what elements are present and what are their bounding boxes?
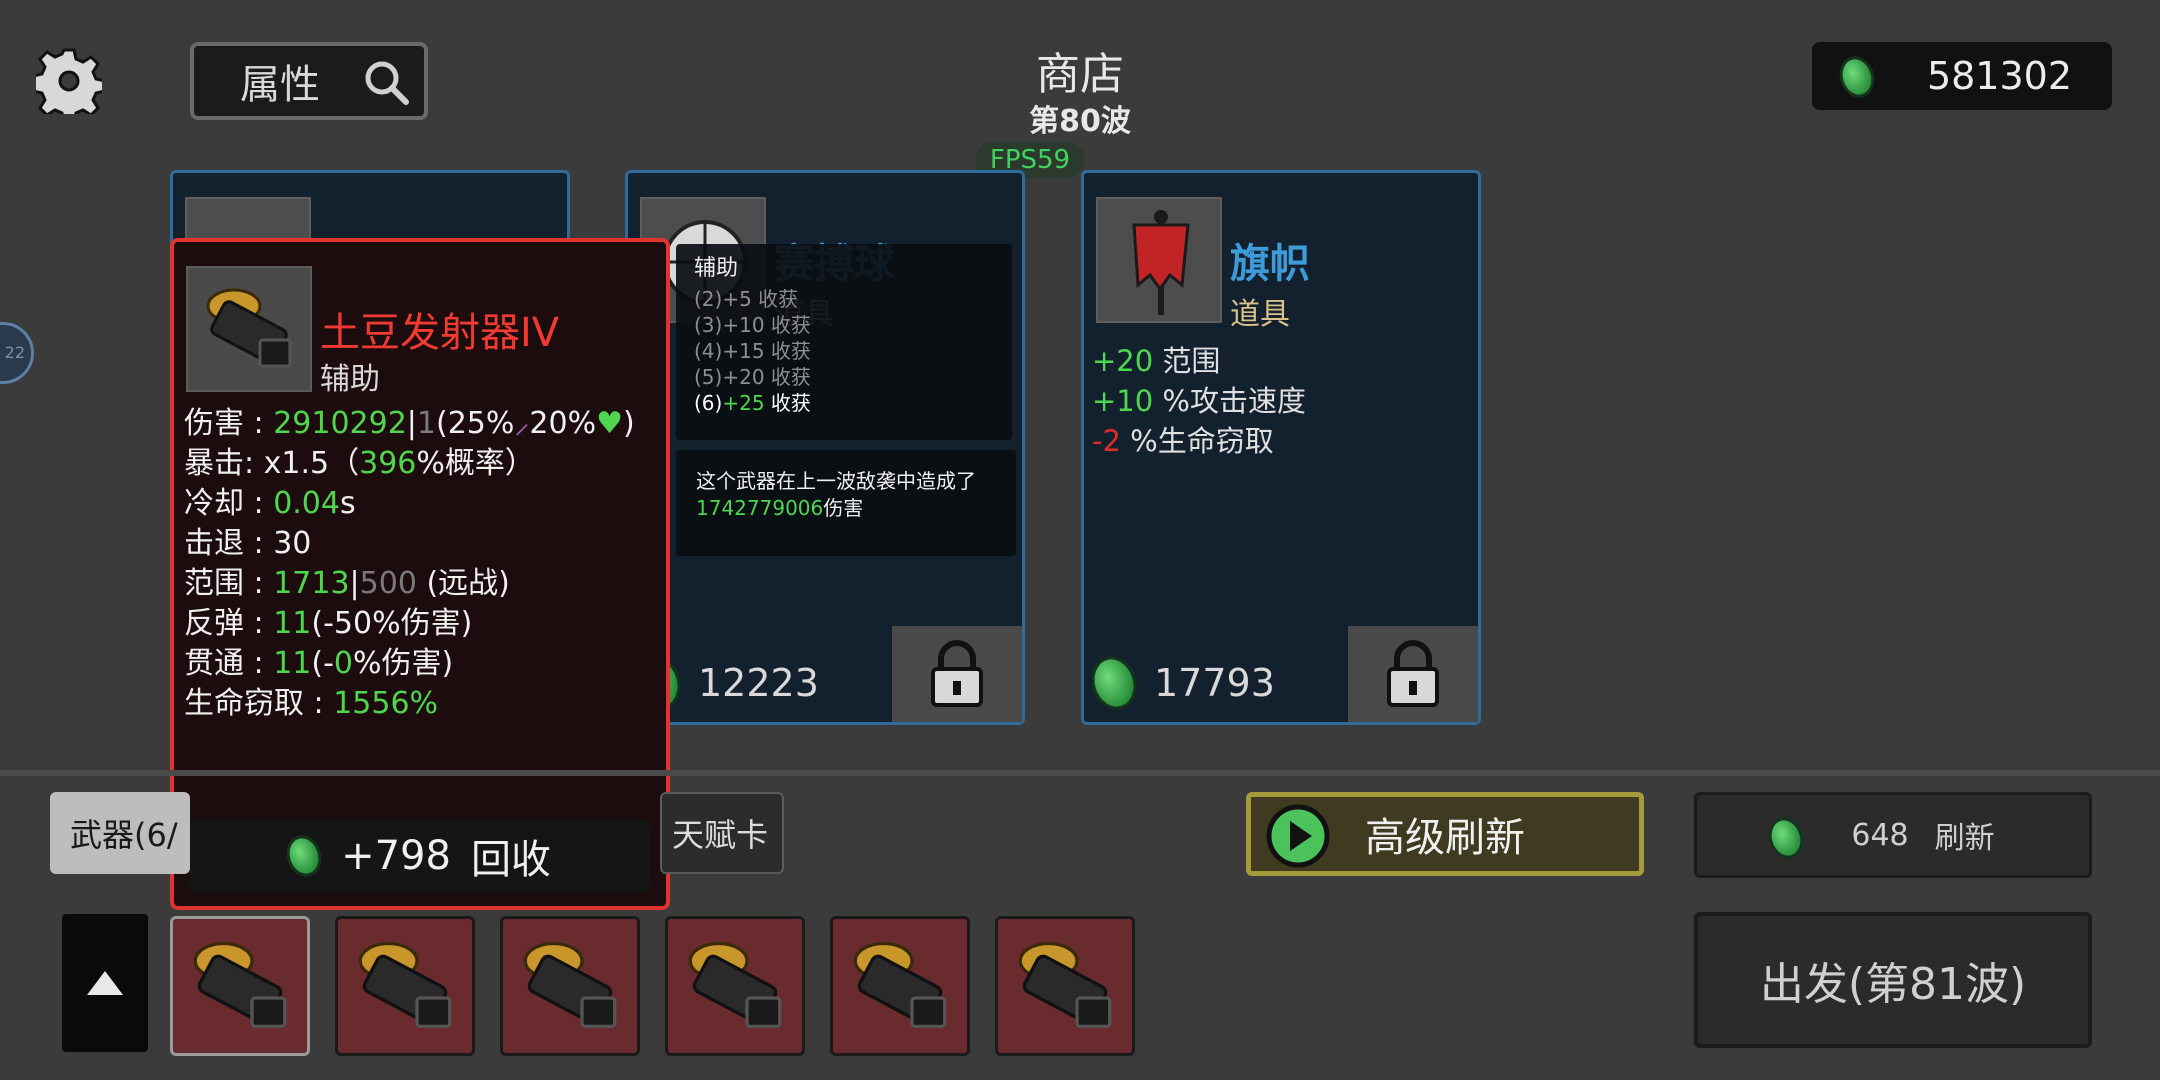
depart-button[interactable]: 出发(第81波) (1694, 912, 2092, 1048)
potato-launcher-icon (853, 941, 947, 1028)
weapon-slot[interactable] (995, 916, 1135, 1056)
side-badge[interactable]: 22 (0, 322, 34, 384)
recycle-button[interactable]: +798 回收 (188, 820, 650, 892)
advanced-refresh-button[interactable]: 高级刷新 (1246, 792, 1644, 876)
item-type: 道具 (1230, 297, 1290, 332)
synergy-tier: (5)+20 收获 (694, 365, 811, 389)
stat-line: +20 范围 (1092, 344, 1221, 378)
item-price-value: 17793 (1154, 661, 1275, 705)
stat-line: +10 %攻击速度 (1092, 384, 1306, 418)
flag-item-icon (1096, 197, 1222, 323)
settings-gear-icon[interactable] (31, 48, 107, 124)
potato-launcher-icon (186, 266, 312, 392)
potato-launcher-icon (193, 941, 287, 1028)
stat-cooldown: 冷却 : 0.04s (184, 486, 356, 521)
weapon-slot[interactable] (500, 916, 640, 1056)
lock-button[interactable] (1348, 626, 1478, 722)
weapon-slot[interactable] (335, 916, 475, 1056)
tab-weapons[interactable]: 武器(6/ (50, 792, 190, 874)
coin-icon (281, 830, 327, 882)
stat-crit: 暴击: x1.5（396%概率） (184, 446, 535, 481)
attribute-button-label: 属性 (240, 62, 320, 108)
attribute-button[interactable]: 属性 (190, 42, 428, 120)
triangle-up-icon (87, 971, 123, 995)
scythe-icon: ⸝ (514, 406, 530, 441)
weapon-slot[interactable] (170, 916, 310, 1056)
lock-icon (931, 640, 983, 707)
potato-launcher-icon (688, 941, 782, 1028)
advanced-refresh-label: 高级刷新 (1365, 815, 1525, 861)
stat-damage: 伤害 : 2910292|1(25%⸝20%♥) (184, 406, 635, 441)
weapon-slot[interactable] (665, 916, 805, 1056)
weapon-detail-panel: 土豆发射器IV 辅助 伤害 : 2910292|1(25%⸝20%♥) 暴击: … (170, 238, 670, 910)
tab-talent-cards[interactable]: 天赋卡 (660, 792, 784, 874)
potato-launcher-icon (358, 941, 452, 1028)
item-price: 17793 (1084, 650, 1275, 716)
stat-knockback: 击退 : 30 (184, 526, 312, 561)
play-icon (1266, 804, 1330, 868)
divider (0, 770, 2160, 776)
stat-line: -2 %生命窃取 (1092, 424, 1274, 458)
expand-up-button[interactable] (62, 914, 148, 1052)
coin-icon (1084, 650, 1144, 716)
lock-icon (1387, 640, 1439, 707)
shop-card-3[interactable]: 旗帜 道具 +20 范围 +10 %攻击速度 -2 %生命窃取 17793 (1081, 170, 1481, 725)
stat-lifesteal: 生命窃取 : 1556% (184, 686, 439, 721)
refresh-button[interactable]: 648 刷新 (1694, 792, 2092, 878)
synergy-tier-active: (6)+25 收获 (694, 391, 811, 415)
coin-icon (1834, 51, 1880, 103)
weapon-type: 辅助 (320, 362, 380, 397)
potato-launcher-icon (1018, 941, 1112, 1028)
refresh-label: 刷新 (1934, 821, 1995, 856)
lock-button[interactable] (892, 626, 1022, 722)
recycle-label: 回收 (470, 837, 551, 883)
weapon-stats: 伤害 : 2910292|1(25%⸝20%♥) 暴击: x1.5（396%概率… (184, 404, 635, 724)
item-stats: +20 范围 +10 %攻击速度 -2 %生命窃取 (1092, 341, 1306, 461)
damage-value: 1742779006 (696, 496, 824, 520)
weapon-slot[interactable] (830, 916, 970, 1056)
stat-bounce: 反弹 : 11(-50%伤害) (184, 606, 473, 641)
search-icon (365, 61, 409, 105)
coin-icon (1763, 812, 1809, 864)
wave-label: 第80波 (1029, 104, 1131, 139)
damage-tooltip: 这个武器在上一波敌袭中造成了1742779006伤害 (676, 450, 1016, 556)
stat-range: 范围 : 1713|500 (远战) (184, 566, 510, 601)
potato-launcher-icon (523, 941, 617, 1028)
synergy-tier: (2)+5 收获 (694, 287, 799, 311)
weapon-name: 土豆发射器IV (320, 310, 560, 356)
synergy-tooltip: 辅助 (2)+5 收获 (3)+10 收获 (4)+15 收获 (5)+20 收… (676, 244, 1012, 440)
item-price-value: 12223 (698, 661, 819, 705)
synergy-title: 辅助 (694, 256, 739, 281)
recycle-value: +798 (341, 833, 451, 879)
money-display: 581302 (1812, 42, 2112, 110)
money-value: 581302 (1926, 54, 2072, 98)
synergy-tier: (4)+15 收获 (694, 339, 811, 363)
stat-pierce: 贯通 : 11(-0%伤害) (184, 646, 454, 681)
refresh-cost: 648 (1851, 817, 1909, 853)
synergy-tier: (3)+10 收获 (694, 313, 811, 337)
item-name: 旗帜 (1230, 241, 1310, 287)
shop-title: 商店 (1036, 49, 1124, 100)
heart-icon: ♥ (596, 406, 623, 441)
